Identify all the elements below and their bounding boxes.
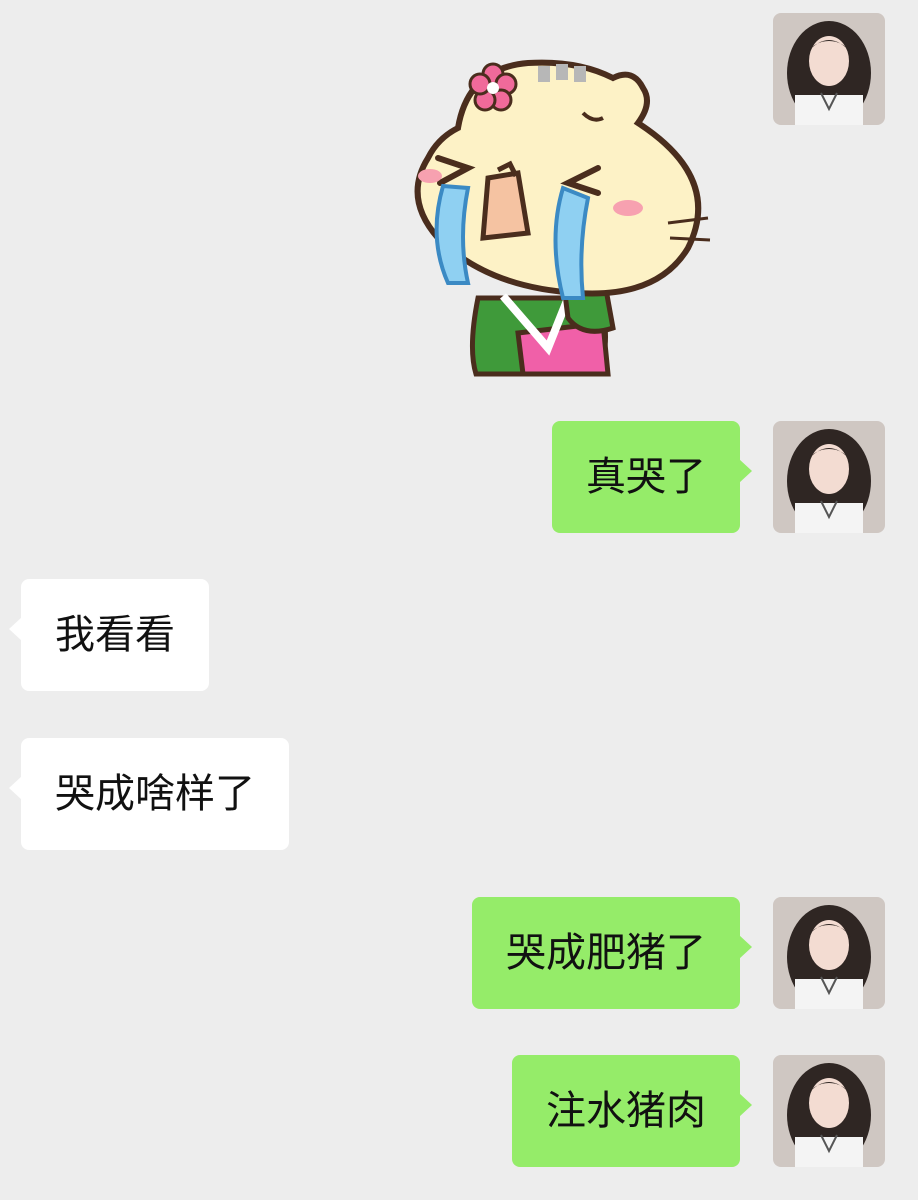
chat-area: 真哭了 我看看 哭成啥样了 哭成肥猪了 注水猪肉 <box>0 0 918 1200</box>
my-avatar[interactable] <box>773 13 885 125</box>
message-bubble[interactable]: 哭成啥样了 <box>9 738 289 850</box>
message-bubble[interactable]: 注水猪肉 <box>512 1055 752 1167</box>
crying-cat-sticker[interactable] <box>398 48 728 378</box>
my-avatar[interactable] <box>773 1055 885 1167</box>
message-bubble[interactable]: 真哭了 <box>552 421 752 533</box>
message-bubble[interactable]: 哭成肥猪了 <box>472 897 752 1009</box>
my-avatar[interactable] <box>773 421 885 533</box>
message-bubble[interactable]: 我看看 <box>9 579 209 691</box>
my-avatar[interactable] <box>773 897 885 1009</box>
